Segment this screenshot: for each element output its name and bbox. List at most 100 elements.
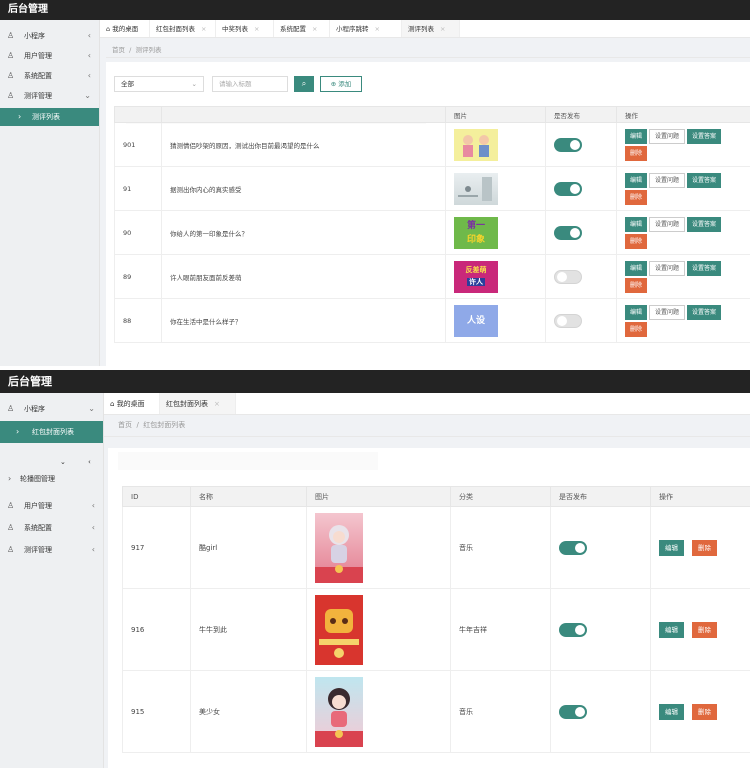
edit-button[interactable]: 编辑: [659, 539, 684, 556]
add-button[interactable]: ⊕ 添加: [320, 76, 362, 92]
cell-image: [306, 588, 451, 671]
sidebar-item-system[interactable]: ♙ 系统配置 ‹: [0, 517, 103, 539]
breadcrumb: 首页 / 红包封面列表: [118, 420, 185, 430]
blurred-region: [118, 452, 378, 470]
set-answer-button[interactable]: 设置答案: [687, 172, 722, 188]
tab-cover-list[interactable]: 红包封面列表 ×: [160, 393, 236, 414]
edit-button[interactable]: 编辑: [625, 304, 648, 320]
sidebar-item-carousel[interactable]: › 轮播图管理: [0, 469, 103, 489]
close-icon[interactable]: ×: [375, 25, 380, 33]
sidebar-item-miniprogram[interactable]: ♙ 小程序 ‹: [0, 26, 99, 46]
tab-home[interactable]: ⌂ 我的桌面: [100, 20, 150, 37]
delete-button[interactable]: 删除: [625, 145, 648, 161]
select-value: 全部: [121, 80, 134, 88]
publish-toggle[interactable]: [554, 225, 582, 240]
publish-toggle[interactable]: [559, 540, 587, 555]
sidebar-item-label: 轮播图管理: [20, 475, 55, 483]
set-answer-button[interactable]: 设置答案: [687, 260, 722, 276]
publish-toggle[interactable]: [559, 622, 587, 637]
edit-button[interactable]: 编辑: [625, 172, 648, 188]
plus-circle-icon: ⊕: [330, 80, 337, 88]
publish-toggle[interactable]: [554, 137, 582, 152]
sidebar-item-system[interactable]: ♙ 系统配置 ‹: [0, 66, 99, 86]
tab-cover-list[interactable]: 红包封面列表 ×: [150, 20, 216, 37]
search-input[interactable]: [212, 76, 288, 92]
breadcrumb-separator: /: [136, 421, 139, 429]
anime-girl-illustration: [315, 687, 363, 747]
sidebar-item-users[interactable]: ♙ 用户管理 ‹: [0, 46, 99, 66]
publish-toggle[interactable]: [554, 181, 582, 196]
sidebar: ♙ 小程序 ‹ ♙ 用户管理 ‹ ♙ 系统配置 ‹ ♙ 测评管理 ⌄ › 测评列…: [0, 20, 100, 366]
search-button[interactable]: ⌕: [294, 76, 314, 92]
edit-button[interactable]: 编辑: [625, 216, 648, 232]
user-icon: ♙: [7, 51, 15, 60]
tab-label: 红包封面列表: [156, 25, 195, 33]
edit-button[interactable]: 编辑: [625, 260, 648, 276]
sidebar-item-miniprogram[interactable]: ♙ 小程序 ⌄: [0, 398, 103, 420]
edit-button[interactable]: 编辑: [659, 703, 684, 720]
cell-actions: 编辑 设置问题 设置答案删除: [616, 166, 750, 211]
close-icon[interactable]: ×: [254, 25, 259, 33]
tab-label: 中奖列表: [222, 25, 248, 33]
chevron-right-icon: ›: [18, 112, 22, 121]
sidebar-item-label: 测评管理: [24, 546, 52, 554]
tab-miniprogram-jump[interactable]: 小程序跳转 ×: [330, 20, 402, 37]
cell-image: 第一 印象: [445, 210, 546, 255]
edit-button[interactable]: 编辑: [625, 128, 648, 144]
set-question-button[interactable]: 设置问题: [649, 260, 686, 276]
delete-button[interactable]: 删除: [692, 703, 717, 720]
close-icon[interactable]: ×: [214, 400, 220, 408]
delete-button[interactable]: 删除: [625, 277, 648, 293]
sidebar-item-cover-list[interactable]: › 红包封面列表: [0, 421, 103, 443]
breadcrumb-home[interactable]: 首页: [118, 421, 132, 429]
chevron-down-icon[interactable]: ⌄: [60, 455, 66, 469]
sidebar-item-label: 系统配置: [24, 72, 52, 80]
set-question-button[interactable]: 设置问题: [649, 172, 686, 188]
cell-image: [445, 166, 546, 211]
chevron-down-icon: ⌄: [88, 404, 95, 413]
delete-button[interactable]: 删除: [625, 233, 648, 249]
set-question-button[interactable]: 设置问题: [649, 216, 686, 232]
close-icon[interactable]: ×: [440, 25, 445, 33]
user-icon: ♙: [7, 523, 15, 532]
tab-system-config[interactable]: 系统配置 ×: [274, 20, 330, 37]
tab-evaluation-list[interactable]: 测评列表 ×: [402, 20, 460, 37]
set-answer-button[interactable]: 设置答案: [687, 128, 722, 144]
set-answer-button[interactable]: 设置答案: [687, 304, 722, 320]
publish-toggle[interactable]: [554, 313, 582, 328]
sidebar-item-evaluation[interactable]: ♙ 测评管理 ‹: [0, 539, 103, 561]
set-question-button[interactable]: 设置问题: [649, 304, 686, 320]
delete-button[interactable]: 删除: [625, 321, 648, 337]
sidebar-item-users[interactable]: ♙ 用户管理 ‹: [0, 495, 103, 517]
close-icon[interactable]: ×: [312, 25, 317, 33]
table-row: 91 据测出你内心的真实感受 编辑 设置问题 设置答案 删除: [114, 166, 750, 211]
set-answer-button[interactable]: 设置答案: [687, 216, 722, 232]
thumbnail-image: [315, 676, 363, 747]
set-question-button[interactable]: 设置问题: [649, 128, 686, 144]
close-icon[interactable]: ×: [201, 25, 206, 33]
cell-title: 你在生活中是什么样子？: [161, 298, 446, 343]
chevron-left-icon[interactable]: ‹: [88, 455, 91, 469]
delete-button[interactable]: 删除: [692, 621, 717, 638]
user-icon: ♙: [7, 545, 15, 554]
tab-label: 我的桌面: [112, 25, 139, 33]
delete-button[interactable]: 删除: [692, 539, 717, 556]
tab-bar: ⌂ 我的桌面 红包封面列表 × 中奖列表 × 系统配置 × 小程序跳转 × 测评列表 ×: [100, 20, 750, 38]
evaluation-table: 图片 是否发布 操作 901 猜测情侣吵架的原因，测试出你目前最渴望的是什么 编…: [114, 106, 750, 343]
home-icon: ⌂: [106, 25, 111, 33]
publish-toggle[interactable]: [554, 269, 582, 284]
column-header: 操作: [650, 486, 750, 507]
tab-prize-list[interactable]: 中奖列表 ×: [216, 20, 274, 37]
status-select[interactable]: 全部 ⌄: [114, 76, 204, 92]
sidebar-item-evaluation-list[interactable]: › 测评列表: [0, 108, 99, 126]
delete-button[interactable]: 删除: [625, 189, 648, 205]
breadcrumb-home[interactable]: 首页: [112, 46, 125, 54]
publish-toggle[interactable]: [559, 704, 587, 719]
app-title: 后台管理: [0, 370, 750, 393]
sidebar-item-evaluation[interactable]: ♙ 测评管理 ⌄: [0, 86, 99, 106]
tab-home[interactable]: ⌂ 我的桌面: [104, 393, 160, 414]
cell-image: 反差萌 许人: [445, 254, 546, 299]
tab-label: 我的桌面: [116, 400, 145, 408]
content-panel: 全部 ⌄ ⌕ ⊕ 添加 图片 是否发布 操作 901: [106, 62, 750, 366]
edit-button[interactable]: 编辑: [659, 621, 684, 638]
